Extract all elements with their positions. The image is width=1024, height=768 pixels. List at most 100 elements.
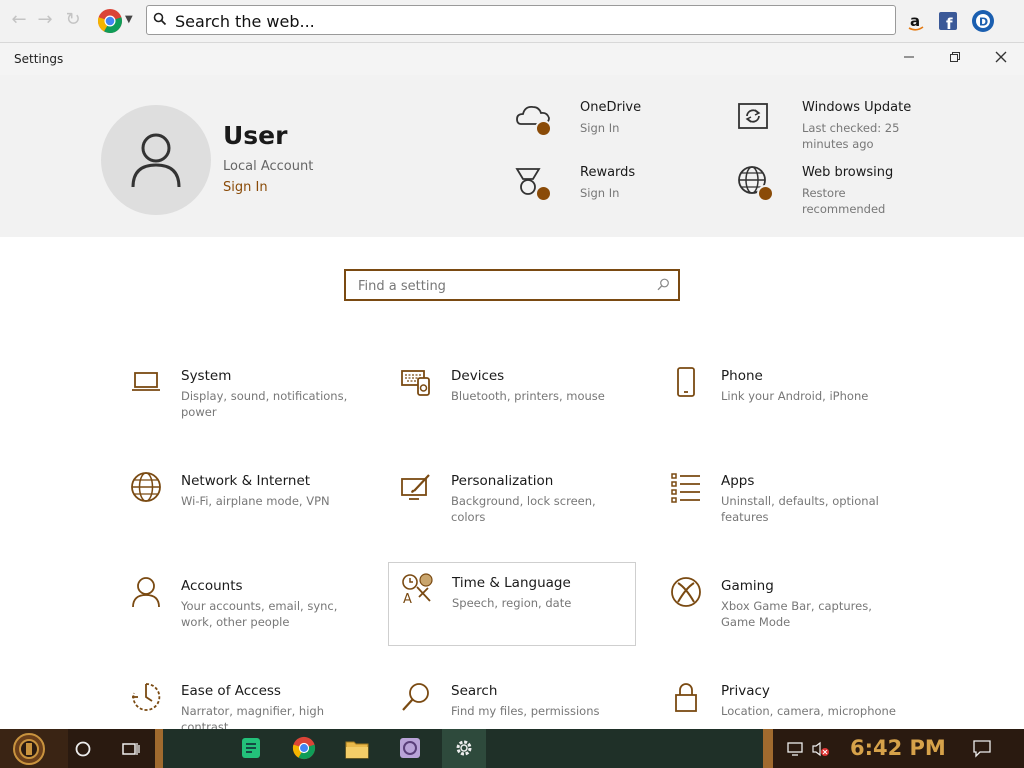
sign-in-link[interactable]: Sign In [223,180,268,195]
forward-button[interactable]: → [34,9,56,31]
time-language-icon: A [402,573,433,605]
category-desc: Your accounts, email, sync, work, other … [181,599,338,629]
amazon-extension-button[interactable]: a [904,9,928,33]
web-browsing-tile[interactable]: Web browsing Restore recommended [737,165,957,225]
service-name: Windows Update [802,100,912,115]
ease-of-access-icon [132,683,161,711]
category-name: Phone [721,368,763,384]
notification-icon [973,740,991,758]
category-devices[interactable]: Devices Bluetooth, printers, mouse [388,356,636,440]
browser-toolbar: ← → ↻ ▼ a f D [0,0,1024,43]
taskbar-notes-app[interactable] [236,729,266,768]
back-button[interactable]: ← [8,9,30,31]
globe-icon [131,472,161,502]
category-name: System [181,368,232,384]
taskbar-file-explorer[interactable] [342,729,372,768]
minimize-button[interactable] [886,47,932,71]
window-titlebar: Settings [0,43,1024,75]
status-dot [535,185,552,202]
category-personalization[interactable]: Personalization Background, lock screen,… [388,461,636,545]
xbox-icon [671,577,701,607]
taskbar-clock[interactable]: 6:42 PM [850,736,946,760]
category-system[interactable]: System Display, sound, notifications, po… [118,356,366,440]
notes-app-icon [242,738,260,758]
minimize-icon [904,56,914,58]
windows-update-tile[interactable]: Windows Update Last checked: 25 minutes … [737,100,957,160]
laptop-icon [132,372,160,391]
taskbar-divider [155,729,163,768]
address-bar[interactable] [146,5,896,35]
category-name: Gaming [721,578,774,594]
action-center-button[interactable] [968,729,996,768]
find-setting-search[interactable] [344,269,680,301]
category-desc: Uninstall, defaults, optional features [721,494,879,524]
category-gaming[interactable]: Gaming Xbox Game Bar, captures, Game Mod… [658,566,906,650]
category-network-internet[interactable]: Network & Internet Wi-Fi, airplane mode,… [118,461,366,545]
category-name: Network & Internet [181,473,311,489]
task-view-icon [122,743,140,755]
service-status: Sign In [580,121,620,135]
person-icon [132,577,160,608]
volume-muted-icon [812,741,829,757]
volume-tray-button[interactable] [810,729,832,768]
taskbar-chrome-app[interactable] [289,729,319,768]
category-name: Search [451,683,498,699]
category-name: Ease of Access [181,683,281,699]
address-input[interactable] [173,9,877,33]
account-type: Local Account [223,159,314,174]
restore-icon [950,52,960,62]
onedrive-tile[interactable]: OneDrive Sign In [515,100,735,160]
folder-icon [345,741,369,759]
start-gear-icon [13,733,45,765]
facebook-extension-button[interactable]: f [936,9,960,33]
category-name: Accounts [181,578,243,594]
account-name: User [223,121,288,150]
category-apps[interactable]: Apps Uninstall, defaults, optional featu… [658,461,906,545]
category-name: Time & Language [452,575,571,591]
category-ease-of-access[interactable]: Ease of Access Narrator, magnifier, high… [118,671,366,729]
close-button[interactable] [978,47,1024,71]
settings-window: Settings User Local Account Sign In OneD… [0,43,1024,729]
service-status: Sign In [580,186,620,200]
taskbar-time-language-app[interactable] [395,729,425,768]
search-icon [657,278,669,291]
taskbar-settings-app[interactable] [442,729,486,768]
profile-extension-button[interactable]: D [971,9,995,33]
settings-app-icon [400,738,420,758]
chevron-down-icon: ▼ [125,14,133,25]
phone-icon [677,367,695,397]
category-phone[interactable]: Phone Link your Android, iPhone [658,356,906,440]
taskbar: 6:42 PM [0,729,1024,768]
category-time-language[interactable]: A Time & Language Speech, region, date [388,562,636,646]
facebook-icon: f [939,12,957,33]
category-desc: Find my files, permissions [451,704,600,718]
category-search[interactable]: Search Find my files, permissions [388,671,636,729]
chrome-menu-button[interactable]: ▼ [97,8,133,34]
category-desc: Speech, region, date [452,596,572,610]
account-header: User Local Account Sign In OneDrive Sign… [0,75,1024,237]
rewards-tile[interactable]: Rewards Sign In [515,165,735,225]
status-dot [535,120,552,137]
category-privacy[interactable]: Privacy Location, camera, microphone [658,671,906,729]
taskbar-divider [763,729,773,768]
reload-button[interactable]: ↻ [62,9,84,31]
svg-text:f: f [946,15,953,33]
search-input[interactable] [356,276,650,296]
person-icon [131,133,181,188]
network-icon [787,742,803,756]
gear-icon [456,740,472,756]
window-title: Settings [14,52,64,66]
category-accounts[interactable]: Accounts Your accounts, email, sync, wor… [118,566,366,650]
keyboard-icon [401,370,430,396]
start-button[interactable] [0,729,68,768]
amazon-icon: a [908,12,924,31]
restore-button[interactable] [932,47,978,71]
category-name: Devices [451,368,505,384]
network-tray-button[interactable] [784,729,806,768]
close-icon [995,51,1007,63]
service-status: Restore recommended [802,186,886,216]
cortana-button[interactable] [70,729,98,768]
task-view-button[interactable] [114,729,146,768]
chrome-icon [292,736,316,760]
category-desc: Location, camera, microphone [721,704,896,718]
